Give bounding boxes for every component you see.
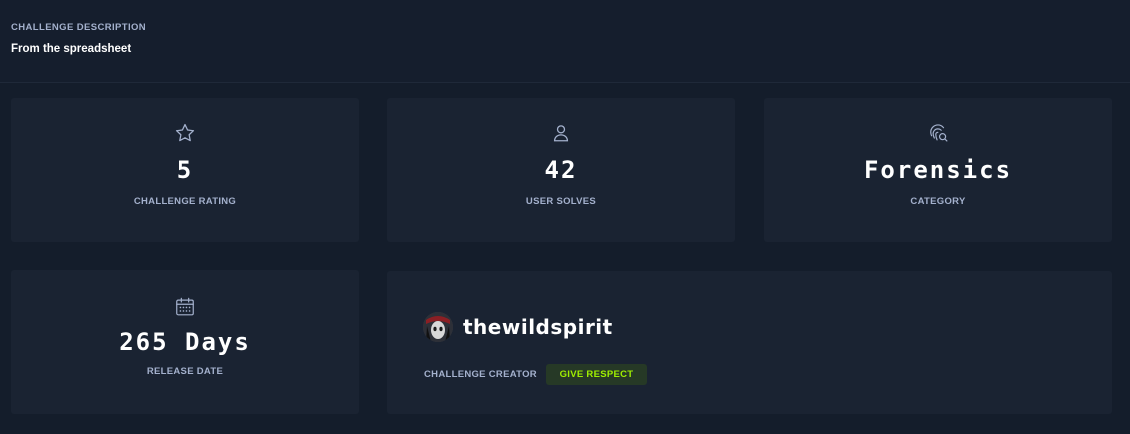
category-card: Forensics CATEGORY — [764, 98, 1112, 242]
creator-name[interactable]: thewildspirit — [463, 315, 613, 339]
release-date-value: 265 Days — [119, 328, 251, 356]
challenge-rating-card: 5 CHALLENGE RATING — [11, 98, 359, 242]
challenge-description-label: CHALLENGE DESCRIPTION — [11, 22, 147, 33]
category-label: CATEGORY — [910, 196, 966, 207]
challenge-description-panel: CHALLENGE DESCRIPTION From the spreadshe… — [0, 0, 1130, 83]
release-date-card: 265 Days RELEASE DATE — [11, 270, 359, 414]
challenge-creator-label: CHALLENGE CREATOR — [424, 369, 537, 380]
user-solves-card: 42 USER SOLVES — [387, 98, 735, 242]
challenge-creator-card: thewildspirit CHALLENGE CREATOR GIVE RES… — [387, 271, 1112, 414]
challenge-rating-label: CHALLENGE RATING — [133, 196, 237, 207]
avatar[interactable] — [423, 312, 453, 342]
calendar-icon — [174, 296, 196, 318]
category-value: Forensics — [863, 156, 1013, 184]
challenge-rating-value: 5 — [176, 156, 194, 184]
challenge-description-text: From the spreadsheet — [11, 43, 132, 55]
user-icon — [550, 122, 572, 144]
fingerprint-search-icon — [927, 122, 949, 144]
star-icon — [174, 122, 196, 144]
release-date-label: RELEASE DATE — [146, 366, 224, 377]
give-respect-button[interactable]: GIVE RESPECT — [546, 364, 647, 385]
user-solves-label: USER SOLVES — [525, 196, 597, 207]
user-solves-value: 42 — [544, 156, 578, 184]
